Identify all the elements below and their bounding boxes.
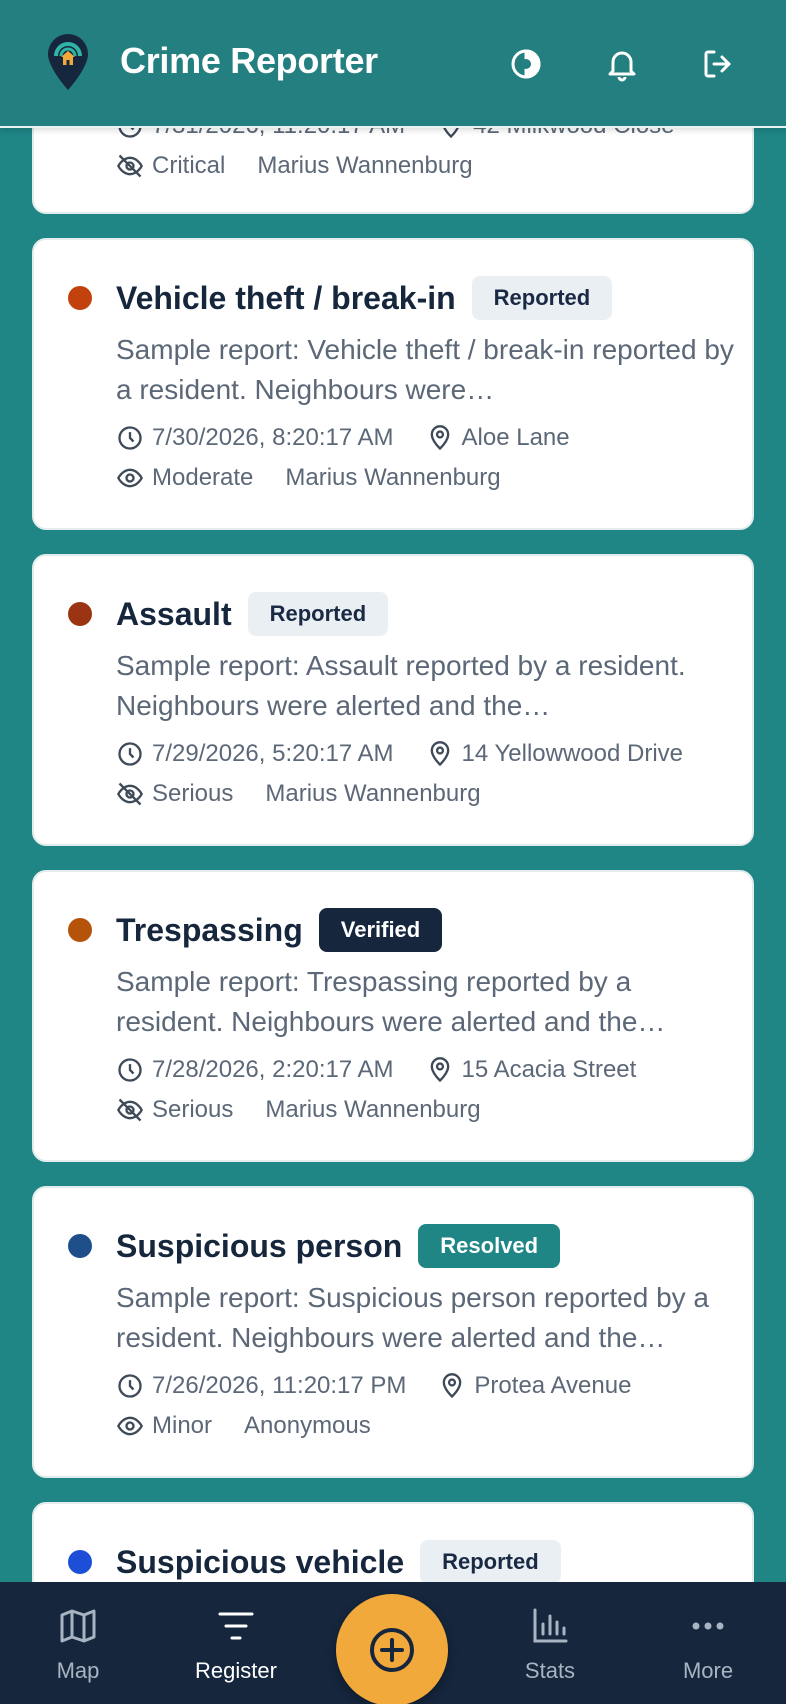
eye-off-icon	[117, 1098, 143, 1122]
report-meta-time-location: 7/26/2026, 11:20:17 PM Protea Avenue	[116, 1372, 631, 1400]
report-card[interactable]: Assault Reported Sample report: Assault …	[32, 554, 754, 846]
clock-icon	[118, 426, 142, 450]
report-location: Aloe Lane	[461, 424, 570, 451]
category-dot	[68, 602, 92, 626]
app-header: Crime Reporter	[0, 0, 786, 128]
category-dot	[68, 918, 92, 942]
status-badge: Reported	[247, 592, 389, 636]
report-datetime: 7/28/2026, 2:20:17 AM	[152, 1056, 394, 1083]
eye-icon	[117, 1416, 143, 1436]
report-reporter: Marius Wannenburg	[265, 780, 481, 807]
report-reporter: Marius Wannenburg	[257, 152, 473, 179]
plus-circle-icon	[370, 1628, 414, 1672]
report-severity: Moderate	[152, 464, 254, 491]
map-pin-icon	[430, 425, 449, 451]
theme-toggle-button[interactable]	[508, 46, 544, 82]
app-logo-icon	[48, 34, 88, 90]
status-badge: Reported	[420, 1540, 561, 1584]
report-meta-severity-reporter: Serious Marius Wannenburg	[116, 1096, 481, 1124]
report-reporter: Anonymous	[244, 1412, 371, 1439]
status-badge: Resolved	[418, 1224, 561, 1268]
eye-icon	[117, 468, 143, 488]
nav-label-register: Register	[195, 1658, 277, 1683]
report-card[interactable]: Vehicle theft / break-in Reported Sample…	[32, 238, 754, 530]
report-meta-severity-reporter: Critical Marius Wannenburg	[116, 152, 473, 180]
filter-icon	[218, 1612, 254, 1640]
bar-chart-icon	[533, 1608, 568, 1643]
nav-item-more[interactable]: More	[638, 1606, 778, 1684]
category-dot	[68, 286, 92, 310]
report-severity: Critical	[152, 152, 226, 179]
report-severity: Serious	[152, 780, 234, 807]
report-location: Protea Avenue	[474, 1372, 632, 1399]
status-badge: Verified	[318, 908, 443, 952]
category-dot	[68, 1234, 92, 1258]
category-dot	[68, 1550, 92, 1574]
contrast-icon	[511, 49, 541, 79]
report-feed: 7/31/2026, 11:20:17 AM 42 Milkwood Close…	[0, 0, 786, 1704]
map-pin-icon	[430, 1057, 449, 1083]
report-title: Trespassing	[116, 911, 303, 948]
logout-icon	[704, 50, 731, 78]
report-reporter: Marius Wannenburg	[265, 1096, 481, 1123]
report-datetime: 7/29/2026, 5:20:17 AM	[152, 740, 394, 767]
map-pin-icon	[430, 741, 449, 767]
app-title: Crime Reporter	[120, 40, 378, 81]
clock-icon	[118, 1058, 142, 1082]
add-report-button[interactable]	[336, 1594, 448, 1704]
eye-off-icon	[117, 782, 143, 806]
notifications-button[interactable]	[604, 46, 640, 82]
status-badge: Reported	[471, 276, 613, 320]
report-datetime: 7/30/2026, 8:20:17 AM	[152, 424, 394, 451]
report-reporter: Marius Wannenburg	[285, 464, 501, 491]
report-description: Sample report: Assault reported by a res…	[116, 650, 686, 721]
report-meta-time-location: 7/28/2026, 2:20:17 AM 15 Acacia Street	[116, 1056, 636, 1084]
report-meta-severity-reporter: Serious Marius Wannenburg	[116, 780, 481, 808]
report-location: 14 Yellowwood Drive	[461, 740, 684, 767]
report-card[interactable]: Suspicious person Resolved Sample report…	[32, 1186, 754, 1478]
more-icon	[692, 1622, 724, 1630]
report-location: 15 Acacia Street	[461, 1056, 637, 1083]
report-title: Suspicious vehicle	[116, 1543, 405, 1580]
bell-icon	[608, 51, 636, 82]
clock-icon	[118, 1374, 142, 1398]
report-title: Assault	[116, 595, 232, 632]
nav-item-register[interactable]: Register	[166, 1606, 306, 1684]
nav-item-stats[interactable]: Stats	[480, 1606, 620, 1684]
report-title: Suspicious person	[116, 1227, 403, 1264]
nav-label-map: Map	[56, 1658, 100, 1683]
clock-icon	[118, 742, 142, 766]
report-severity: Minor	[152, 1412, 213, 1439]
report-meta-time-location: 7/29/2026, 5:20:17 AM 14 Yellowwood Driv…	[116, 740, 683, 768]
report-description: Sample report: Trespassing reported by a…	[116, 966, 666, 1037]
report-meta-severity-reporter: Minor Anonymous	[116, 1412, 371, 1440]
report-description: Sample report: Vehicle theft / break-in …	[116, 334, 734, 405]
nav-label-stats: Stats	[524, 1658, 576, 1683]
report-title: Vehicle theft / break-in	[116, 279, 456, 316]
report-description: Sample report: Suspicious person reporte…	[116, 1282, 709, 1353]
report-card[interactable]: Trespassing Verified Sample report: Tres…	[32, 870, 754, 1162]
report-severity: Serious	[152, 1096, 234, 1123]
nav-label-more: More	[682, 1658, 734, 1683]
logout-button[interactable]	[700, 46, 736, 82]
nav-item-map[interactable]: Map	[8, 1606, 148, 1684]
report-meta-severity-reporter: Moderate Marius Wannenburg	[116, 464, 501, 492]
report-meta-time-location: 7/30/2026, 8:20:17 AM Aloe Lane	[116, 424, 570, 452]
map-icon	[60, 1609, 96, 1643]
map-pin-icon	[443, 1373, 462, 1399]
report-datetime: 7/26/2026, 11:20:17 PM	[152, 1372, 407, 1399]
eye-off-icon	[117, 154, 143, 178]
